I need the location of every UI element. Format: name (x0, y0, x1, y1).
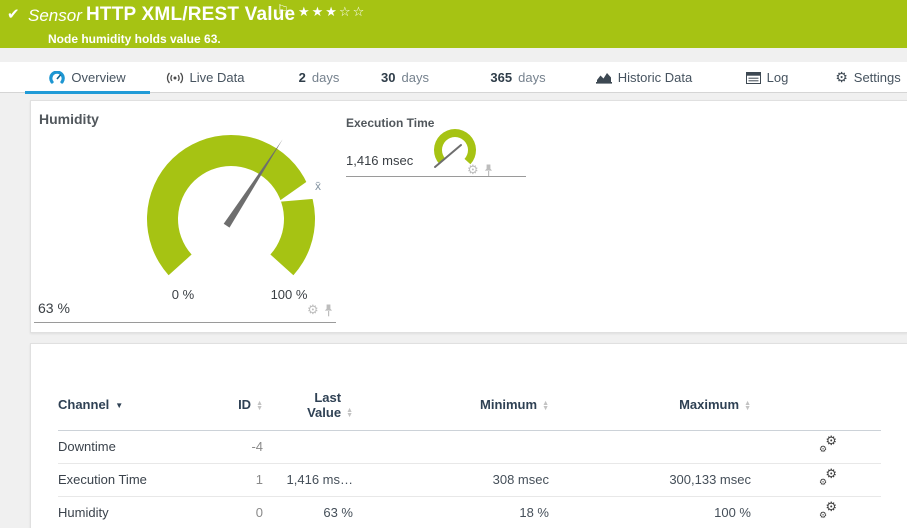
channel-settings-icon[interactable] (819, 437, 837, 453)
channel-minimum: 18 % (358, 496, 553, 528)
column-header-minimum[interactable]: Minimum▲▼ (358, 380, 553, 430)
sensor-status-message: Node humidity holds value 63. (48, 32, 221, 46)
gear-icon (835, 69, 848, 86)
tab-label: days (518, 70, 545, 85)
sort-arrows-icon: ▲▼ (256, 401, 263, 411)
tab-historic-data[interactable]: Historic Data (589, 62, 699, 93)
area-chart-icon (596, 72, 612, 84)
channel-minimum: 308 msec (358, 463, 553, 496)
column-header-actions (755, 380, 881, 430)
execution-time-gauge-title: Execution Time (346, 116, 434, 130)
channel-last-value: 63 % (273, 496, 358, 528)
channel-settings-icon[interactable] (819, 503, 837, 519)
gauge-icon (49, 71, 65, 84)
channel-name: Execution Time (58, 463, 193, 496)
channel-last-value: 1,416 ms… (273, 463, 358, 496)
execution-time-divider (346, 176, 526, 177)
channel-minimum (358, 430, 553, 463)
table-header-row: Channel ID▲▼ Last Value▲▼ Minimum▲▼ Maxi… (58, 380, 881, 430)
tab-overview[interactable]: Overview (25, 62, 150, 93)
pin-icon[interactable] (324, 304, 333, 317)
tab-live-data[interactable]: Live Data (155, 62, 255, 93)
tab-30-days[interactable]: 30 days (375, 62, 435, 93)
sort-caret-icon (109, 397, 123, 412)
stars-filled: ★★★ (298, 4, 339, 19)
gauge-max-label: 100 % (269, 287, 309, 302)
priority-stars[interactable]: ★★★☆☆ (298, 4, 366, 20)
tab-365-days[interactable]: 365 days (486, 62, 550, 93)
humidity-gauge-title: Humidity (39, 111, 99, 127)
channels-panel: Channel ID▲▼ Last Value▲▼ Minimum▲▼ Maxi… (30, 343, 907, 528)
prtg-sensor-page: ✔ Sensor HTTP XML/REST Value ⚐ ★★★☆☆ Nod… (0, 0, 907, 528)
humidity-divider (34, 322, 336, 323)
tab-bar: Overview Live Data 2 days 30 days 365 days (0, 62, 907, 93)
log-icon (746, 72, 761, 84)
status-ok-icon: ✔ (7, 5, 20, 23)
sort-arrows-icon: ▲▼ (542, 401, 549, 411)
humidity-current-value: 63 % (38, 300, 70, 316)
humidity-gauge-actions (307, 301, 333, 319)
column-header-last-value[interactable]: Last Value▲▼ (273, 380, 358, 430)
tab-label: days (402, 70, 429, 85)
tab-label: Settings (854, 70, 901, 85)
channel-name: Humidity (58, 496, 193, 528)
sort-arrows-icon: ▲▼ (744, 401, 751, 411)
gauge-settings-icon[interactable] (307, 301, 319, 319)
channel-id: 0 (193, 496, 273, 528)
column-header-maximum[interactable]: Maximum▲▼ (553, 380, 755, 430)
tab-label: Live Data (190, 70, 245, 85)
tab-label: days (312, 70, 339, 85)
channels-table: Channel ID▲▼ Last Value▲▼ Minimum▲▼ Maxi… (58, 380, 881, 528)
column-header-channel[interactable]: Channel (58, 380, 193, 430)
tab-number: 365 (490, 70, 512, 85)
pin-icon[interactable] (484, 164, 493, 177)
channel-id: -4 (193, 430, 273, 463)
sensor-header: ✔ Sensor HTTP XML/REST Value ⚐ ★★★☆☆ Nod… (0, 0, 907, 48)
gauge-min-label: 0 % (163, 287, 203, 302)
broadcast-icon (166, 72, 184, 84)
priority-flag-icon[interactable]: ⚐ (277, 2, 289, 18)
channel-name: Downtime (58, 430, 193, 463)
execution-time-current-value: 1,416 msec (346, 153, 413, 168)
tab-label: Log (767, 70, 789, 85)
gauges-panel: Humidity x̄ 0 % 100 % 63 % Execution Tim… (30, 100, 907, 333)
channel-last-value (273, 430, 358, 463)
channel-settings-icon[interactable] (819, 470, 837, 486)
tab-label: Historic Data (618, 70, 692, 85)
tab-settings[interactable]: Settings (832, 62, 904, 93)
sensor-title: HTTP XML/REST Value (86, 4, 295, 26)
table-row: Execution Time 1 1,416 ms… 308 msec 300,… (58, 463, 881, 496)
sort-arrows-icon: ▲▼ (346, 408, 353, 418)
tab-number: 2 (299, 70, 306, 85)
tab-2-days[interactable]: 2 days (289, 62, 349, 93)
channel-id: 1 (193, 463, 273, 496)
table-row: Humidity 0 63 % 18 % 100 % (58, 496, 881, 528)
stars-empty: ☆☆ (339, 4, 366, 19)
channel-maximum: 100 % (553, 496, 755, 528)
tab-label: Overview (71, 70, 125, 85)
tab-log[interactable]: Log (737, 62, 797, 93)
average-marker-label: x̄ (315, 179, 321, 193)
humidity-gauge (126, 124, 336, 294)
channel-maximum (553, 430, 755, 463)
column-header-id[interactable]: ID▲▼ (193, 380, 273, 430)
table-row: Downtime -4 (58, 430, 881, 463)
tab-number: 30 (381, 70, 395, 85)
channel-maximum: 300,133 msec (553, 463, 755, 496)
sensor-kind-label: Sensor (28, 6, 82, 26)
